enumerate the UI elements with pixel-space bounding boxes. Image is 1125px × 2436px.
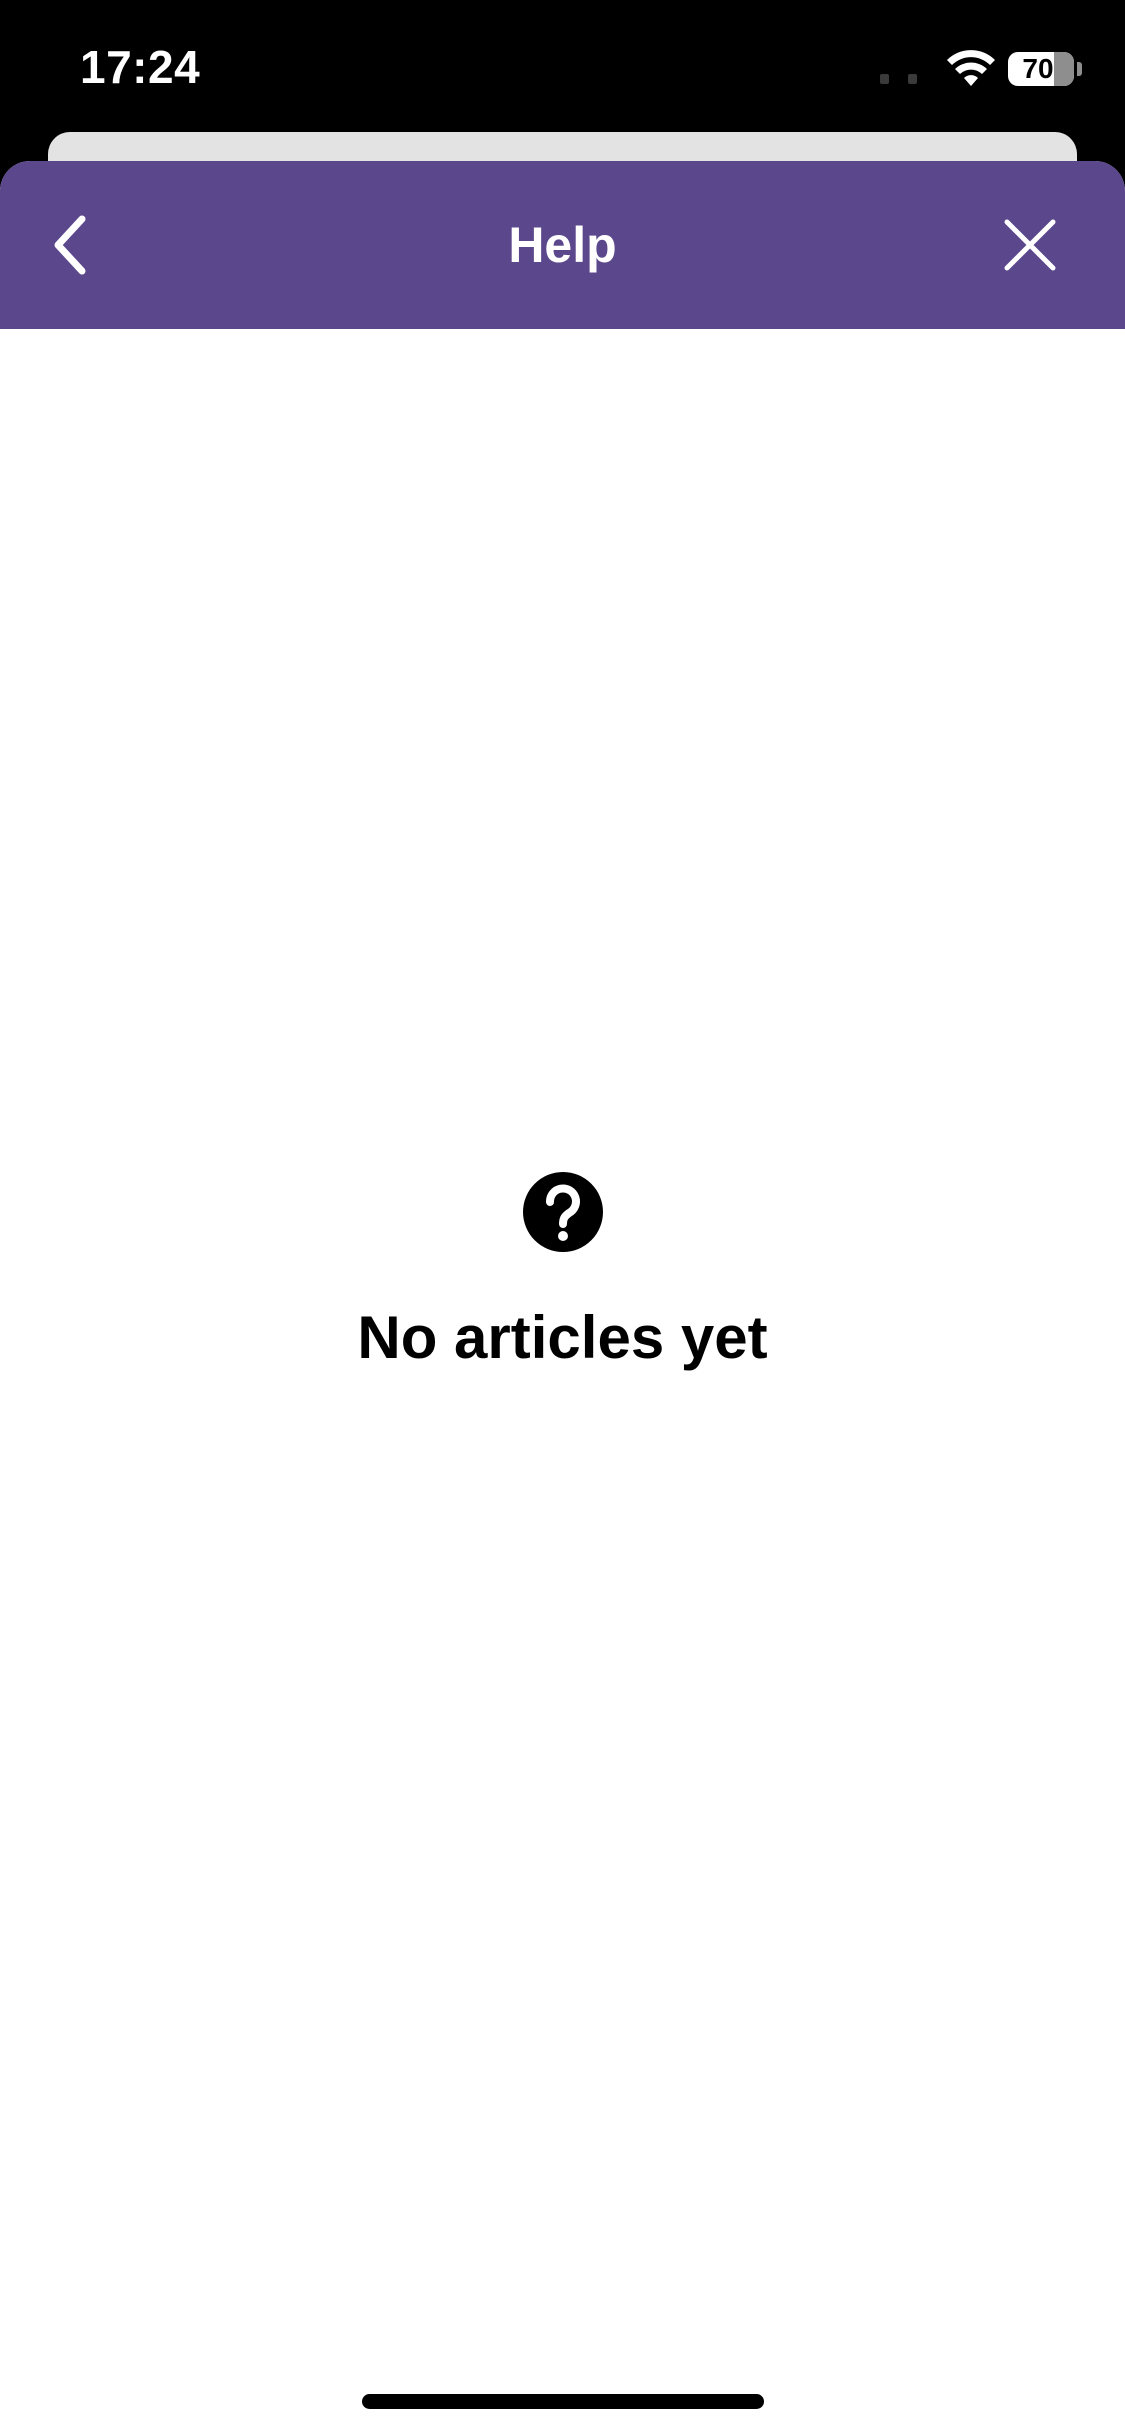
question-circle-icon — [522, 1172, 603, 1252]
battery-icon: 70 — [1008, 52, 1074, 86]
page-title: Help — [508, 217, 617, 273]
wifi-icon — [947, 50, 995, 86]
status-time: 17:24 — [80, 41, 201, 93]
close-icon — [1004, 219, 1056, 271]
empty-state-message: No articles yet — [357, 1304, 768, 1371]
back-button[interactable] — [30, 205, 110, 285]
screen: 17:24 70 Help No articles yet — [0, 0, 1125, 2436]
battery-level: 70 — [1022, 53, 1054, 84]
chevron-left-icon — [54, 215, 86, 275]
header-bar: Help — [0, 161, 1125, 329]
status-bar: 17:24 70 — [0, 0, 1125, 132]
battery-tip — [1077, 62, 1082, 76]
home-indicator[interactable] — [362, 2394, 764, 2409]
cellular-signal-icon — [880, 74, 920, 86]
help-sheet: Help No articles yet — [0, 161, 1125, 2436]
close-button[interactable] — [990, 205, 1070, 285]
empty-state: No articles yet — [0, 1171, 1125, 1372]
